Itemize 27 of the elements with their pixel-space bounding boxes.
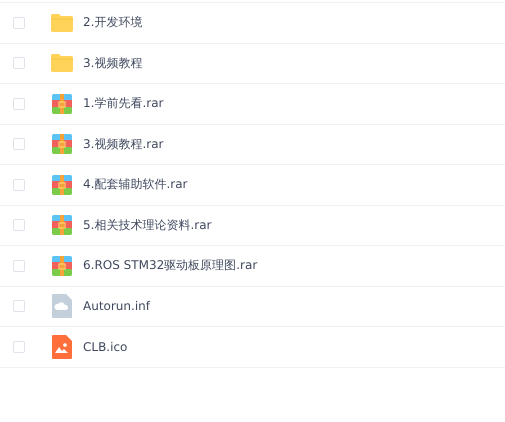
file-name[interactable]: 2.开发环境 bbox=[83, 14, 142, 32]
image-file-icon bbox=[52, 334, 72, 359]
folder-icon bbox=[50, 12, 74, 33]
checkbox[interactable] bbox=[13, 300, 25, 312]
checkbox[interactable] bbox=[13, 260, 25, 272]
archive-icon bbox=[52, 256, 72, 276]
file-name[interactable]: 3.视频教程 bbox=[83, 54, 142, 72]
file-name[interactable]: 4.配套辅助软件.rar bbox=[83, 176, 188, 194]
archive-icon bbox=[52, 94, 72, 114]
checkbox[interactable] bbox=[13, 138, 25, 150]
archive-icon bbox=[52, 215, 72, 236]
file-name[interactable]: 6.ROS STM32驱动板原理图.rar bbox=[83, 257, 258, 274]
file-name[interactable]: 5.相关技术理论资料.rar bbox=[83, 216, 212, 234]
file-name[interactable]: 3.视频教程.rar bbox=[83, 136, 164, 153]
file-name[interactable]: Autorun.inf bbox=[83, 299, 150, 314]
checkbox[interactable] bbox=[13, 340, 25, 353]
file-name[interactable]: CLB.ico bbox=[83, 340, 128, 354]
archive-icon bbox=[52, 174, 72, 195]
folder-icon bbox=[50, 53, 74, 74]
checkbox[interactable] bbox=[13, 16, 25, 29]
checkbox[interactable] bbox=[13, 219, 25, 232]
file-name[interactable]: 1.学前先看.rar bbox=[83, 95, 164, 112]
checkbox[interactable] bbox=[13, 178, 25, 191]
checkbox[interactable] bbox=[13, 57, 25, 70]
archive-icon bbox=[52, 134, 72, 154]
file-cloud-icon bbox=[52, 294, 72, 318]
checkbox[interactable] bbox=[13, 98, 25, 110]
